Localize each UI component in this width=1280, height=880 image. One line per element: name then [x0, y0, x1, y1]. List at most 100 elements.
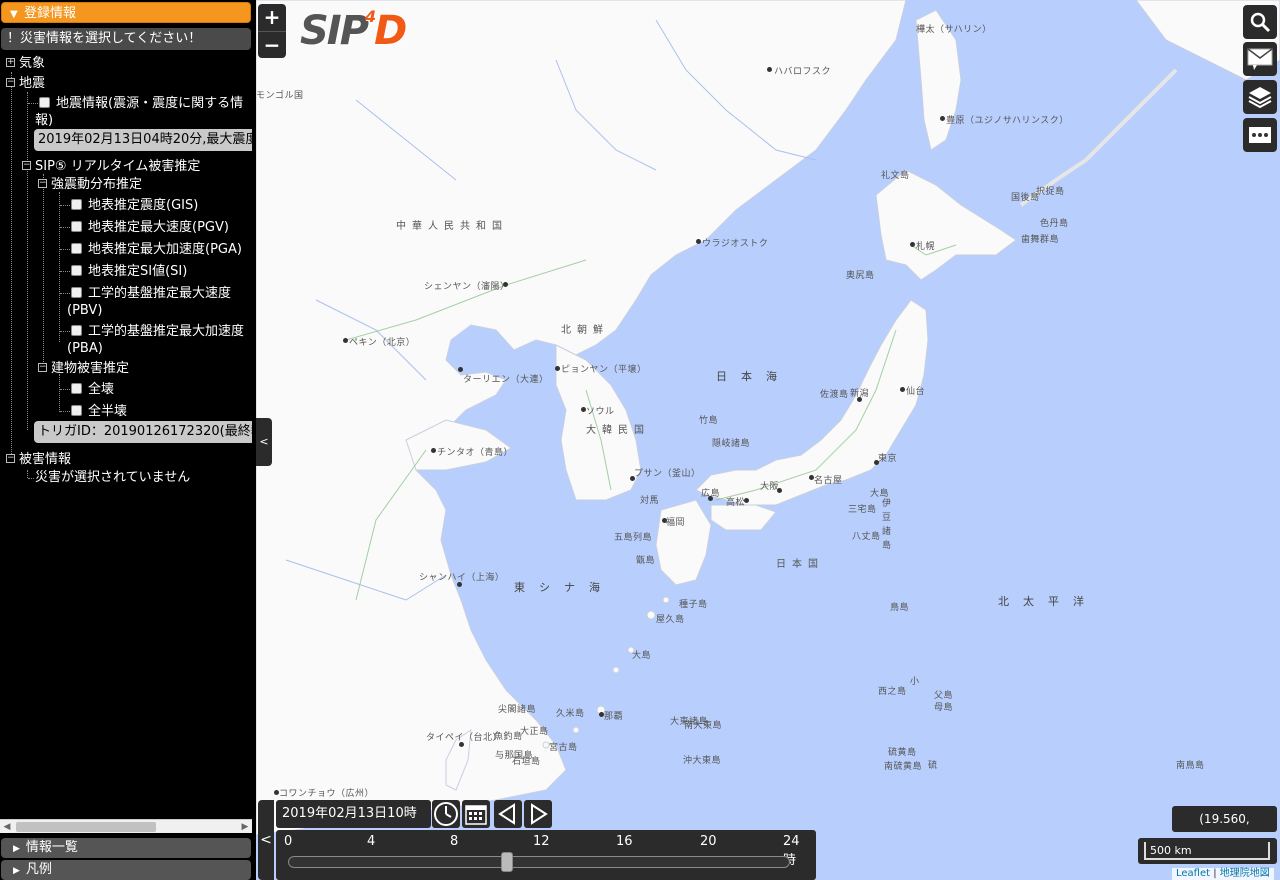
calendar-button[interactable] [462, 800, 490, 828]
tree-guide [59, 192, 60, 342]
info-list-header[interactable]: ▶ 情報一覧 [1, 838, 251, 858]
scroll-right-icon[interactable]: ▶ [238, 820, 252, 834]
label-dalian: ターリエン（大連） [463, 375, 549, 385]
label-senkaku: 尖閣諸島 [498, 705, 537, 715]
slider-tick: 8 [450, 834, 459, 849]
tree-damage-info[interactable]: 被害情報 [19, 451, 71, 468]
layer-pga[interactable]: 地表推定最大加速度(PGA) [71, 241, 242, 258]
layer-pbv-checkbox[interactable] [71, 287, 82, 298]
layer-pga-checkbox[interactable] [71, 243, 82, 254]
tree-guide [60, 271, 70, 272]
time-panel-toggle[interactable]: < [258, 800, 274, 880]
layer-gis[interactable]: 地表推定震度(GIS) [71, 197, 198, 214]
layer-pba[interactable]: 工学的基盤推定最大加速度 [71, 323, 244, 340]
cursor-coordinates: (19.560, 122.563) [1172, 806, 1277, 852]
tree-building[interactable]: 建物被害推定 [51, 360, 129, 377]
label-taisho: 大正島 [520, 727, 549, 737]
layer-collapse[interactable]: 全壊 [71, 381, 114, 398]
label-to: 島 [882, 541, 892, 551]
layer-tree: + 気象 − 地震 地震情報(震源・震度に関する情 報) 2019年02月13日… [0, 52, 252, 818]
next-time-button[interactable] [524, 800, 552, 828]
collapse-building-icon[interactable]: − [38, 363, 47, 372]
scroll-left-icon[interactable]: ◀ [0, 820, 14, 834]
caret-down-icon: ▼ [10, 9, 18, 20]
prev-time-button[interactable] [494, 800, 522, 828]
label-shanghai: シャンハイ（上海） [419, 573, 505, 583]
collapse-damage-icon[interactable]: − [6, 454, 15, 463]
city-dot [900, 387, 905, 392]
sidebar-collapse-button[interactable]: < [256, 418, 272, 466]
label-torishima: 鳥島 [890, 603, 910, 613]
city-dot [431, 448, 436, 453]
layer-half-collapse[interactable]: 全半壊 [71, 403, 127, 420]
layer-half-collapse-checkbox[interactable] [71, 405, 82, 416]
tree-guide [27, 92, 28, 430]
time-slider-thumb[interactable] [500, 852, 513, 872]
label-kume-iwo: 硫 [928, 761, 938, 771]
collapse-strong-motion-icon[interactable]: − [38, 179, 47, 188]
label-shenyang: シェンヤン（瀋陽） [424, 282, 510, 292]
layer-si[interactable]: 地表推定SI値(SI) [71, 263, 187, 280]
clock-icon [434, 802, 458, 826]
leaflet-link[interactable]: Leaflet [1176, 868, 1210, 879]
layer-collapse-checkbox[interactable] [71, 383, 82, 394]
label-south-korea: 大韓民国 [586, 425, 650, 436]
tree-guide [60, 293, 70, 294]
scale-control: 500 km [1138, 838, 1277, 864]
more-button[interactable] [1243, 118, 1277, 152]
label-hahajima: 母島 [934, 703, 954, 713]
tree-earthquake[interactable]: 地震 [19, 75, 45, 92]
slider-tick: 12 [533, 834, 550, 849]
layers-button[interactable] [1243, 80, 1277, 114]
label-guangzhou: コワンチョウ（広州） [279, 789, 375, 799]
layer-pbv[interactable]: 工学的基盤推定最大速度 [71, 285, 231, 302]
land-shikoku [710, 504, 777, 531]
tree-guide [60, 249, 70, 250]
scrollbar-thumb[interactable] [16, 822, 156, 832]
collapse-earthquake-icon[interactable]: − [6, 78, 15, 87]
tree-horizontal-scrollbar[interactable]: ◀ ▶ [0, 819, 252, 833]
slider-tick: 20 [700, 834, 717, 849]
zoom-in-button[interactable]: + [258, 4, 286, 31]
label-daito-s: 沖大東島 [683, 756, 722, 766]
collapse-sip-icon[interactable]: − [22, 161, 31, 170]
slider-tick: 4 [367, 834, 376, 849]
search-button[interactable] [1243, 5, 1277, 39]
label-yuzhno: 豊原（ユジノサハリンスク） [946, 116, 1069, 126]
label-naha: 那覇 [604, 712, 624, 722]
expand-weather-icon[interactable]: + [6, 58, 15, 67]
tree-guide [59, 374, 60, 412]
zoom-out-button[interactable]: − [258, 31, 286, 58]
legend-header[interactable]: ▶ 凡例 [1, 860, 251, 880]
tree-guide [11, 72, 12, 460]
label-koshiki: 甑島 [636, 556, 656, 566]
registration-header[interactable]: ▼ 登録情報 [1, 2, 251, 23]
map-canvas[interactable]: 樺太（サハリン） ハバロフスク モンゴル国 豊原（ユジノサハリンスク） 中華人民… [256, 0, 1280, 880]
trigger-item[interactable]: トリガID：20190126172320(最終報),最大 [34, 421, 252, 443]
label-seoul: ソウル [586, 407, 615, 417]
caret-right-icon: ▶ [13, 844, 20, 854]
layer-si-checkbox[interactable] [71, 265, 82, 276]
clock-button[interactable] [432, 800, 460, 828]
land-hokkaido [875, 169, 1017, 281]
layer-pgv[interactable]: 地表推定最大速度(PGV) [71, 219, 229, 236]
layer-gis-checkbox[interactable] [71, 199, 82, 210]
message-button[interactable] [1243, 42, 1277, 76]
time-slider-track[interactable] [288, 856, 790, 868]
tree-eq-info[interactable]: 地震情報(震源・震度に関する情 [39, 95, 243, 112]
eq-info-checkbox[interactable] [39, 97, 50, 108]
label-sapporo: 札幌 [916, 242, 936, 252]
label-pyongyang: ピョンヤン（平壌） [561, 365, 647, 375]
gsi-link[interactable]: 地理院地図 [1220, 868, 1270, 879]
label-amami: 大島 [632, 651, 652, 661]
tree-sip-realtime[interactable]: SIP⑤ リアルタイム被害推定 [35, 158, 200, 175]
label-sendai: 仙台 [906, 387, 926, 397]
label-rebun: 礼文島 [881, 171, 910, 181]
tree-weather[interactable]: 気象 [19, 55, 45, 72]
layer-pba-checkbox[interactable] [71, 325, 82, 336]
tree-strong-motion[interactable]: 強震動分布推定 [51, 176, 142, 193]
label-oki: 隠岐諸島 [712, 439, 751, 449]
layer-pgv-checkbox[interactable] [71, 221, 82, 232]
eq-event-item[interactable]: 2019年02月13日04時20分,最大震度:1 [34, 129, 252, 151]
label-sea-of-japan: 日本海 [716, 370, 791, 383]
